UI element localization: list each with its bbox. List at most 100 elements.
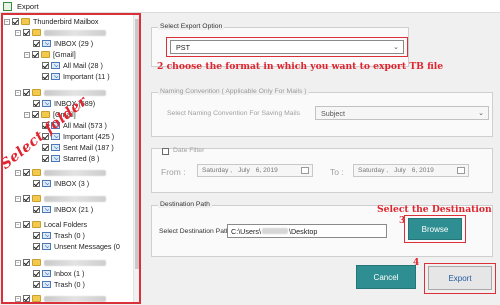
- tree-node-label: Important (11 ): [63, 72, 110, 81]
- mail-folder-icon: [51, 144, 60, 151]
- collapse-toggle-icon[interactable]: −: [24, 111, 30, 118]
- tree-node-label: INBOX (21 ): [54, 205, 94, 214]
- tree-node-label: Important (425 ): [63, 132, 115, 141]
- checkbox[interactable]: [42, 144, 49, 151]
- title-bar: Export: [0, 0, 500, 13]
- checkbox[interactable]: [33, 270, 40, 277]
- checkbox[interactable]: [12, 18, 19, 25]
- tree-scroll-thumb[interactable]: [135, 19, 139, 269]
- checkbox[interactable]: [33, 281, 40, 288]
- destination-path-input[interactable]: C:\Users\ \Desktop: [227, 224, 387, 238]
- tree-node-label: Sent Mail (187 ): [63, 143, 114, 152]
- checkbox[interactable]: [33, 243, 40, 250]
- checkbox[interactable]: [33, 206, 40, 213]
- tree-node-account-5[interactable]: −: [15, 257, 106, 268]
- checkbox[interactable]: [42, 73, 49, 80]
- tree-node-inbox[interactable]: Inbox (1 ): [33, 268, 84, 279]
- path-suffix: \Desktop: [288, 226, 318, 236]
- browse-button[interactable]: Browse: [408, 218, 462, 240]
- tree-node-root[interactable]: − Thunderbird Mailbox: [4, 16, 99, 27]
- tree-node-inbox[interactable]: INBOX (29 ): [33, 38, 93, 49]
- folder-tree-panel: − Thunderbird Mailbox − INBOX (29 ) − [G…: [1, 13, 141, 304]
- collapse-toggle-icon[interactable]: −: [15, 29, 21, 36]
- mail-folder-icon: [42, 243, 51, 250]
- tree-node-account-2[interactable]: −: [15, 87, 106, 98]
- mail-folder-icon: [42, 180, 51, 187]
- mail-folder-icon: [51, 62, 60, 69]
- checkbox[interactable]: [23, 295, 30, 302]
- export-button[interactable]: Export: [428, 266, 492, 290]
- tree-node-local-folders[interactable]: − Local Folders: [15, 219, 87, 230]
- checkbox[interactable]: [33, 232, 40, 239]
- export-app-icon: [3, 2, 12, 11]
- folder-icon: [41, 111, 50, 118]
- checkbox[interactable]: [23, 89, 30, 96]
- mail-folder-icon: [42, 100, 51, 107]
- tree-node-account-6[interactable]: −: [15, 293, 106, 302]
- step-4-marker: 4: [413, 258, 420, 268]
- date-to-picker[interactable]: Saturday , July 6, 2019: [353, 164, 469, 177]
- checkbox[interactable]: [23, 259, 30, 266]
- folder-icon: [32, 221, 41, 228]
- folder-icon: [32, 169, 41, 176]
- collapse-toggle-icon[interactable]: −: [15, 89, 21, 96]
- mail-folder-icon: [42, 40, 51, 47]
- tree-node-unsent[interactable]: Unsent Messages (0: [33, 241, 120, 252]
- tree-node-trash[interactable]: Trash (0 ): [33, 230, 85, 241]
- date-month: July: [238, 167, 250, 174]
- redacted-account-name: [44, 195, 106, 202]
- mail-folder-icon: [42, 206, 51, 213]
- tree-node-inbox[interactable]: INBOX (3 ): [33, 178, 89, 189]
- checkbox[interactable]: [42, 62, 49, 69]
- tree-node-account-3[interactable]: −: [15, 167, 106, 178]
- folder-icon: [32, 259, 41, 266]
- window-title: Export: [17, 2, 39, 11]
- checkbox[interactable]: [23, 221, 30, 228]
- date-month: July: [394, 167, 406, 174]
- tree-node-account-1[interactable]: −: [15, 27, 106, 38]
- checkbox[interactable]: [23, 29, 30, 36]
- redacted-account-name: [44, 295, 106, 302]
- cancel-button[interactable]: Cancel: [356, 265, 416, 289]
- tree-node-sentmail[interactable]: Sent Mail (187 ): [42, 142, 114, 153]
- collapse-toggle-icon[interactable]: −: [15, 295, 21, 302]
- mail-folder-icon: [42, 281, 51, 288]
- checkbox[interactable]: [23, 195, 30, 202]
- checkbox[interactable]: [32, 111, 39, 118]
- tree-node-inbox[interactable]: INBOX (21 ): [33, 204, 93, 215]
- tree-node-account-4[interactable]: −: [15, 193, 106, 204]
- checkbox[interactable]: [32, 51, 39, 58]
- naming-convention-select[interactable]: Subject ⌄: [315, 106, 489, 120]
- collapse-toggle-icon[interactable]: −: [15, 195, 21, 202]
- redacted-account-name: [44, 169, 106, 176]
- folder-icon: [32, 89, 41, 96]
- chevron-down-icon: ⌄: [478, 110, 484, 117]
- collapse-toggle-icon[interactable]: −: [4, 18, 10, 25]
- tree-node-label: INBOX (29 ): [54, 39, 94, 48]
- collapse-toggle-icon[interactable]: −: [24, 51, 30, 58]
- date-from-picker[interactable]: Saturday , July 6, 2019: [197, 164, 313, 177]
- mail-folder-icon: [51, 155, 60, 162]
- checkbox[interactable]: [33, 180, 40, 187]
- collapse-toggle-icon[interactable]: −: [15, 169, 21, 176]
- checkbox[interactable]: [42, 155, 49, 162]
- collapse-toggle-icon[interactable]: −: [15, 221, 21, 228]
- tree-node-allmail[interactable]: All Mail (28 ): [42, 60, 103, 71]
- tree-scrollbar[interactable]: [133, 15, 139, 302]
- calendar-icon[interactable]: [457, 167, 465, 174]
- checkbox[interactable]: [23, 169, 30, 176]
- destination-path-label: Select Destination Path: [159, 228, 230, 235]
- checkbox[interactable]: [33, 100, 40, 107]
- tree-node-label: Unsent Messages (0: [54, 242, 120, 251]
- date-filter-checkbox[interactable]: [162, 148, 169, 155]
- tree-node-gmail[interactable]: − [Gmail]: [24, 49, 76, 60]
- date-day: Saturday ,: [358, 167, 389, 174]
- tree-node-trash[interactable]: Trash (0 ): [33, 279, 85, 290]
- collapse-toggle-icon[interactable]: −: [15, 259, 21, 266]
- calendar-icon[interactable]: [301, 167, 309, 174]
- checkbox[interactable]: [33, 40, 40, 47]
- tree-node-starred[interactable]: Starred (8 ): [42, 153, 99, 164]
- date-day: Saturday ,: [202, 167, 233, 174]
- naming-convention-label: Select Naming Convention For Saving Mail…: [167, 110, 300, 117]
- tree-node-important[interactable]: Important (11 ): [42, 71, 110, 82]
